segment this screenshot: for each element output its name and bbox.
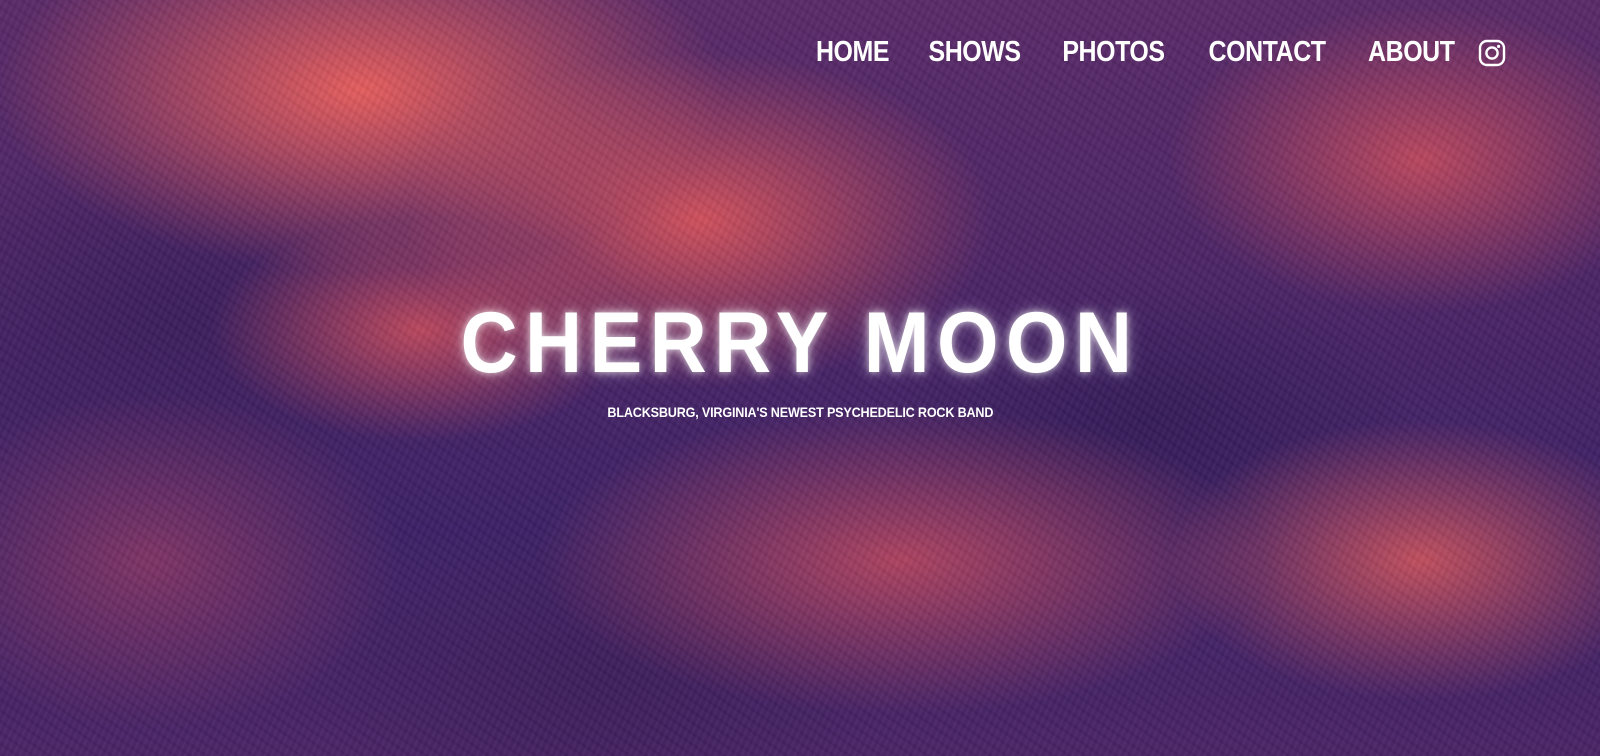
hero-title-container: CHERRY MOON [0, 300, 1600, 386]
nav-item-photos[interactable]: PHOTOS [1063, 38, 1166, 67]
main-nav: HOME SHOWS PHOTOS CONTACT ABOUT [810, 38, 1506, 67]
nav-item-about[interactable]: ABOUT [1368, 38, 1455, 67]
nav-item-shows[interactable]: SHOWS [929, 38, 1022, 67]
instagram-icon[interactable] [1478, 39, 1506, 67]
band-name-title: CHERRY MOON [460, 295, 1140, 391]
hero-background: HOME SHOWS PHOTOS CONTACT ABOUT CHERRY M… [0, 0, 1600, 756]
band-tagline: BLACKSBURG, VIRGINIA'S NEWEST PSYCHEDELI… [607, 404, 993, 420]
nav-item-home[interactable]: HOME [816, 38, 890, 67]
nav-item-contact[interactable]: CONTACT [1209, 38, 1326, 67]
hero-subtitle-container: BLACKSBURG, VIRGINIA'S NEWEST PSYCHEDELI… [0, 404, 1600, 422]
